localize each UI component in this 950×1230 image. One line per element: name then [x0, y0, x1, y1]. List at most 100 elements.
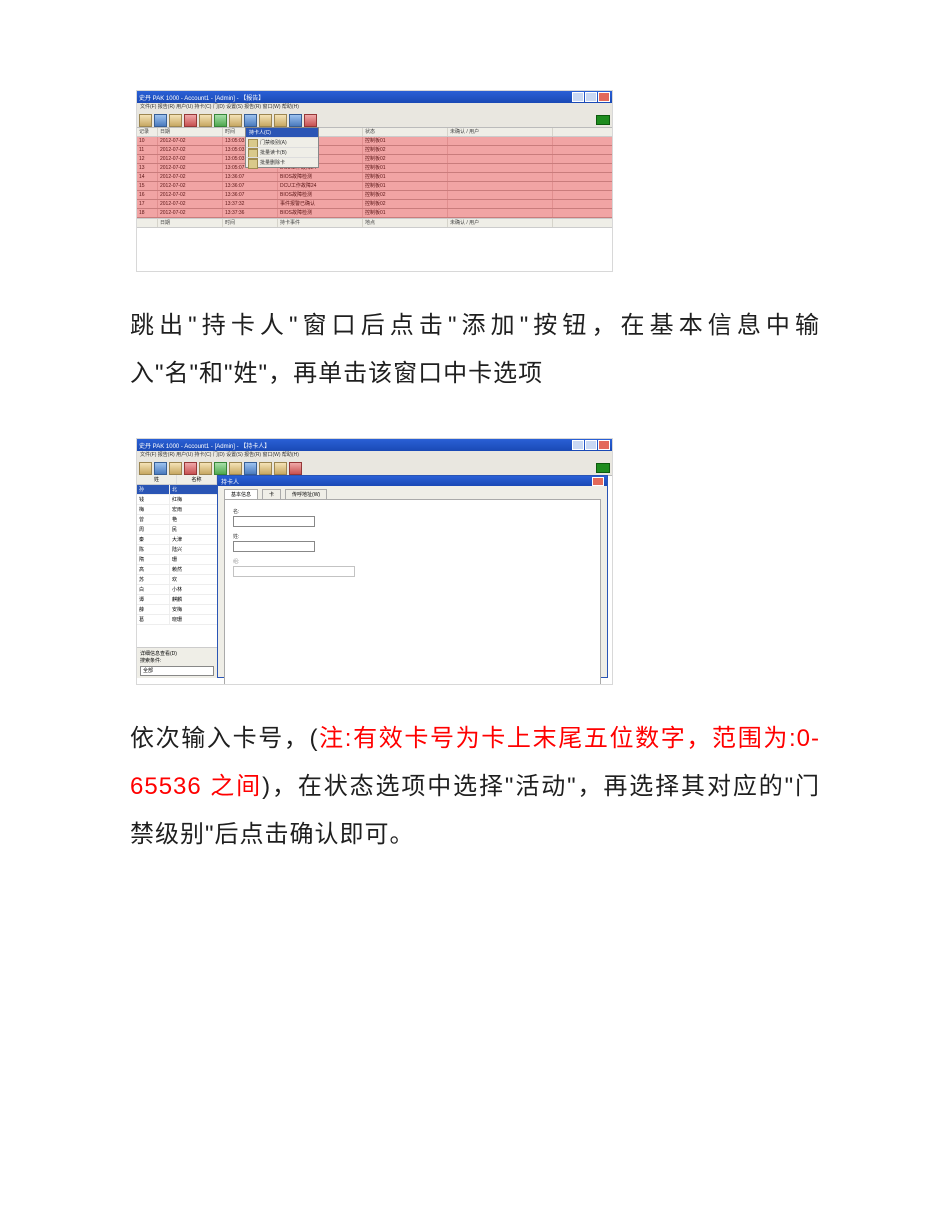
list-item[interactable]: 隋珊: [137, 555, 217, 565]
table-header: 记录 日期 时间 持卡事件 状态 未确认 / 用户: [137, 128, 612, 137]
dropdown-item[interactable]: 门禁级别(A): [246, 137, 318, 147]
dropdown-header[interactable]: 持卡人(C): [246, 128, 318, 137]
cardholder-dialog: 持卡人 基本信息 卡 传呼地址(W) 名: 姓:: [217, 475, 608, 678]
table-row[interactable]: 152012-07-0213:36:07DCU工作故障24控制板01: [137, 182, 612, 191]
toolbar-icon[interactable]: [184, 462, 197, 475]
window-title: 史丹 PAK 1000 - Account1 - [Admin] - 【持卡人】: [139, 441, 270, 450]
table-row[interactable]: 122012-07-0213:05:03BIOS故障检测控制板02: [137, 155, 612, 164]
close-icon[interactable]: [592, 477, 604, 486]
list-item[interactable]: 秦大津: [137, 535, 217, 545]
table-row[interactable]: 112012-07-0213:05:03BIOS故障检测控制板02: [137, 146, 612, 155]
list-item[interactable]: 钱红梅: [137, 495, 217, 505]
toolbar-icon[interactable]: [199, 462, 212, 475]
col-header: 日期: [158, 219, 223, 227]
surname-input[interactable]: [233, 541, 315, 552]
toolbar-icon[interactable]: [244, 462, 257, 475]
dropdown-item[interactable]: 批量删除卡: [246, 157, 318, 167]
window-titlebar: 史丹 PAK 1000 - Account1 - [Admin] - 【持卡人】: [137, 439, 612, 451]
table-row[interactable]: 162012-07-0213:36:07BIOS故障检测控制板02: [137, 191, 612, 200]
table-row[interactable]: 132012-07-0213:05:07DCU工作故障24控制板01: [137, 164, 612, 173]
col-header: 时间: [223, 219, 278, 227]
list-item[interactable]: 陈陆兴: [137, 545, 217, 555]
toolbar-icon[interactable]: [259, 114, 272, 127]
toolbar-icon[interactable]: [274, 462, 287, 475]
toolbar-icon[interactable]: [289, 462, 302, 475]
tab-basic-info[interactable]: 基本信息: [224, 489, 258, 499]
toolbar-icon[interactable]: [229, 462, 242, 475]
toolbar-icon[interactable]: [169, 462, 182, 475]
col-header: 未确认 / 用户: [448, 128, 553, 136]
tab-card[interactable]: 卡: [262, 489, 281, 499]
col-header: 未确认 / 用户: [448, 219, 553, 227]
tab-paging[interactable]: 传呼地址(W): [285, 489, 327, 499]
dialog-tabs: 基本信息 卡 传呼地址(W): [218, 486, 607, 499]
col-header: 记录: [137, 128, 158, 136]
table-header-lower: 日期 时间 持卡事件 地点 未确认 / 用户: [137, 218, 612, 228]
list-item[interactable]: 苏欢: [137, 575, 217, 585]
toolbar-icon[interactable]: [169, 114, 182, 127]
list-item[interactable]: 葛晓珊: [137, 615, 217, 625]
search-label: 搜索条件:: [140, 657, 214, 664]
group-combo[interactable]: [233, 566, 355, 577]
toolbar-icon[interactable]: [229, 114, 242, 127]
menu-bar[interactable]: 文件(F) 报告(R) 用户(U) 持卡(C) 门(D) 设置(S) 报告(R)…: [137, 451, 612, 461]
toolbar-icon[interactable]: [199, 114, 212, 127]
text-part: 依次输入卡号，(: [130, 725, 318, 752]
screenshot-1: 史丹 PAK 1000 - Account1 - [Admin] - 【报告】 …: [130, 90, 820, 272]
toolbar-icon[interactable]: [289, 114, 302, 127]
table-row[interactable]: 182012-07-0213:37:36BIOS故障检测控制板01: [137, 209, 612, 218]
cardholder-list-pane: 姓 名称 孙北钱红梅梅宏雨曾艳周民秦大津陈陆兴隋珊高赖然苏欢白小林谭麒麟薛安梅葛…: [137, 475, 218, 678]
minimize-icon[interactable]: [572, 440, 584, 450]
list-item[interactable]: 谭麒麟: [137, 595, 217, 605]
col-header: 持卡事件: [278, 219, 363, 227]
table-row[interactable]: 172012-07-0213:37:32事件报警已确认控制板02: [137, 200, 612, 209]
toolbar-icon[interactable]: [214, 114, 227, 127]
list-item[interactable]: 薛安梅: [137, 605, 217, 615]
table-row[interactable]: 142012-07-0213:36:07BIOS故障检测控制板01: [137, 173, 612, 182]
dropdown-menu: 持卡人(C) 门禁级别(A) 批量读卡(B) 批量删除卡: [245, 127, 319, 168]
col-header: 地点: [363, 219, 448, 227]
toolbar-icon[interactable]: [184, 114, 197, 127]
toolbar: [137, 113, 612, 128]
maximize-icon[interactable]: [585, 92, 597, 102]
dropdown-item[interactable]: 批量读卡(B): [246, 147, 318, 157]
close-icon[interactable]: [598, 440, 610, 450]
search-combo[interactable]: 全部: [140, 666, 214, 676]
dialog-titlebar: 持卡人: [218, 476, 607, 486]
list-header: 姓 名称: [137, 475, 217, 485]
status-indicator-icon: [596, 463, 610, 473]
toolbar-icon[interactable]: [304, 114, 317, 127]
name-input[interactable]: [233, 516, 315, 527]
toolbar-icon[interactable]: [139, 462, 152, 475]
list-item[interactable]: 周民: [137, 525, 217, 535]
toolbar-icon[interactable]: [139, 114, 152, 127]
window-title: 史丹 PAK 1000 - Account1 - [Admin] - 【报告】: [139, 93, 264, 102]
list-item[interactable]: 高赖然: [137, 565, 217, 575]
list-item[interactable]: 曾艳: [137, 515, 217, 525]
detail-view-checkbox[interactable]: 详细信息查看(D): [140, 650, 214, 657]
toolbar-icon[interactable]: [214, 462, 227, 475]
toolbar-icon[interactable]: [274, 114, 287, 127]
maximize-icon[interactable]: [585, 440, 597, 450]
screenshot-2: 史丹 PAK 1000 - Account1 - [Admin] - 【持卡人】…: [130, 438, 820, 685]
instruction-paragraph-2: 依次输入卡号，(注:有效卡号为卡上末尾五位数字，范围为:0-65536 之间)，…: [130, 715, 820, 859]
toolbar-icon[interactable]: [154, 114, 167, 127]
col-header: 状态: [363, 128, 448, 136]
toolbar: [137, 461, 612, 476]
close-icon[interactable]: [598, 92, 610, 102]
table-row[interactable]: 102012-07-0213:05:03BIOS故障检测控制板01: [137, 137, 612, 146]
menu-bar[interactable]: 文件(F) 报告(R) 用户(U) 持卡(C) 门(D) 设置(S) 报告(R)…: [137, 103, 612, 113]
list-footer: 详细信息查看(D) 搜索条件: 全部: [137, 647, 217, 678]
minimize-icon[interactable]: [572, 92, 584, 102]
list-item[interactable]: 梅宏雨: [137, 505, 217, 515]
name-label: 名:: [233, 508, 592, 515]
toolbar-icon[interactable]: [244, 114, 257, 127]
col-header: 姓: [137, 475, 177, 484]
list-item[interactable]: 白小林: [137, 585, 217, 595]
window-titlebar: 史丹 PAK 1000 - Account1 - [Admin] - 【报告】: [137, 91, 612, 103]
list-item[interactable]: 孙北: [137, 485, 217, 495]
toolbar-icon[interactable]: [154, 462, 167, 475]
toolbar-icon[interactable]: [259, 462, 272, 475]
document-page: 史丹 PAK 1000 - Account1 - [Admin] - 【报告】 …: [0, 0, 950, 959]
col-header: 日期: [158, 128, 223, 136]
